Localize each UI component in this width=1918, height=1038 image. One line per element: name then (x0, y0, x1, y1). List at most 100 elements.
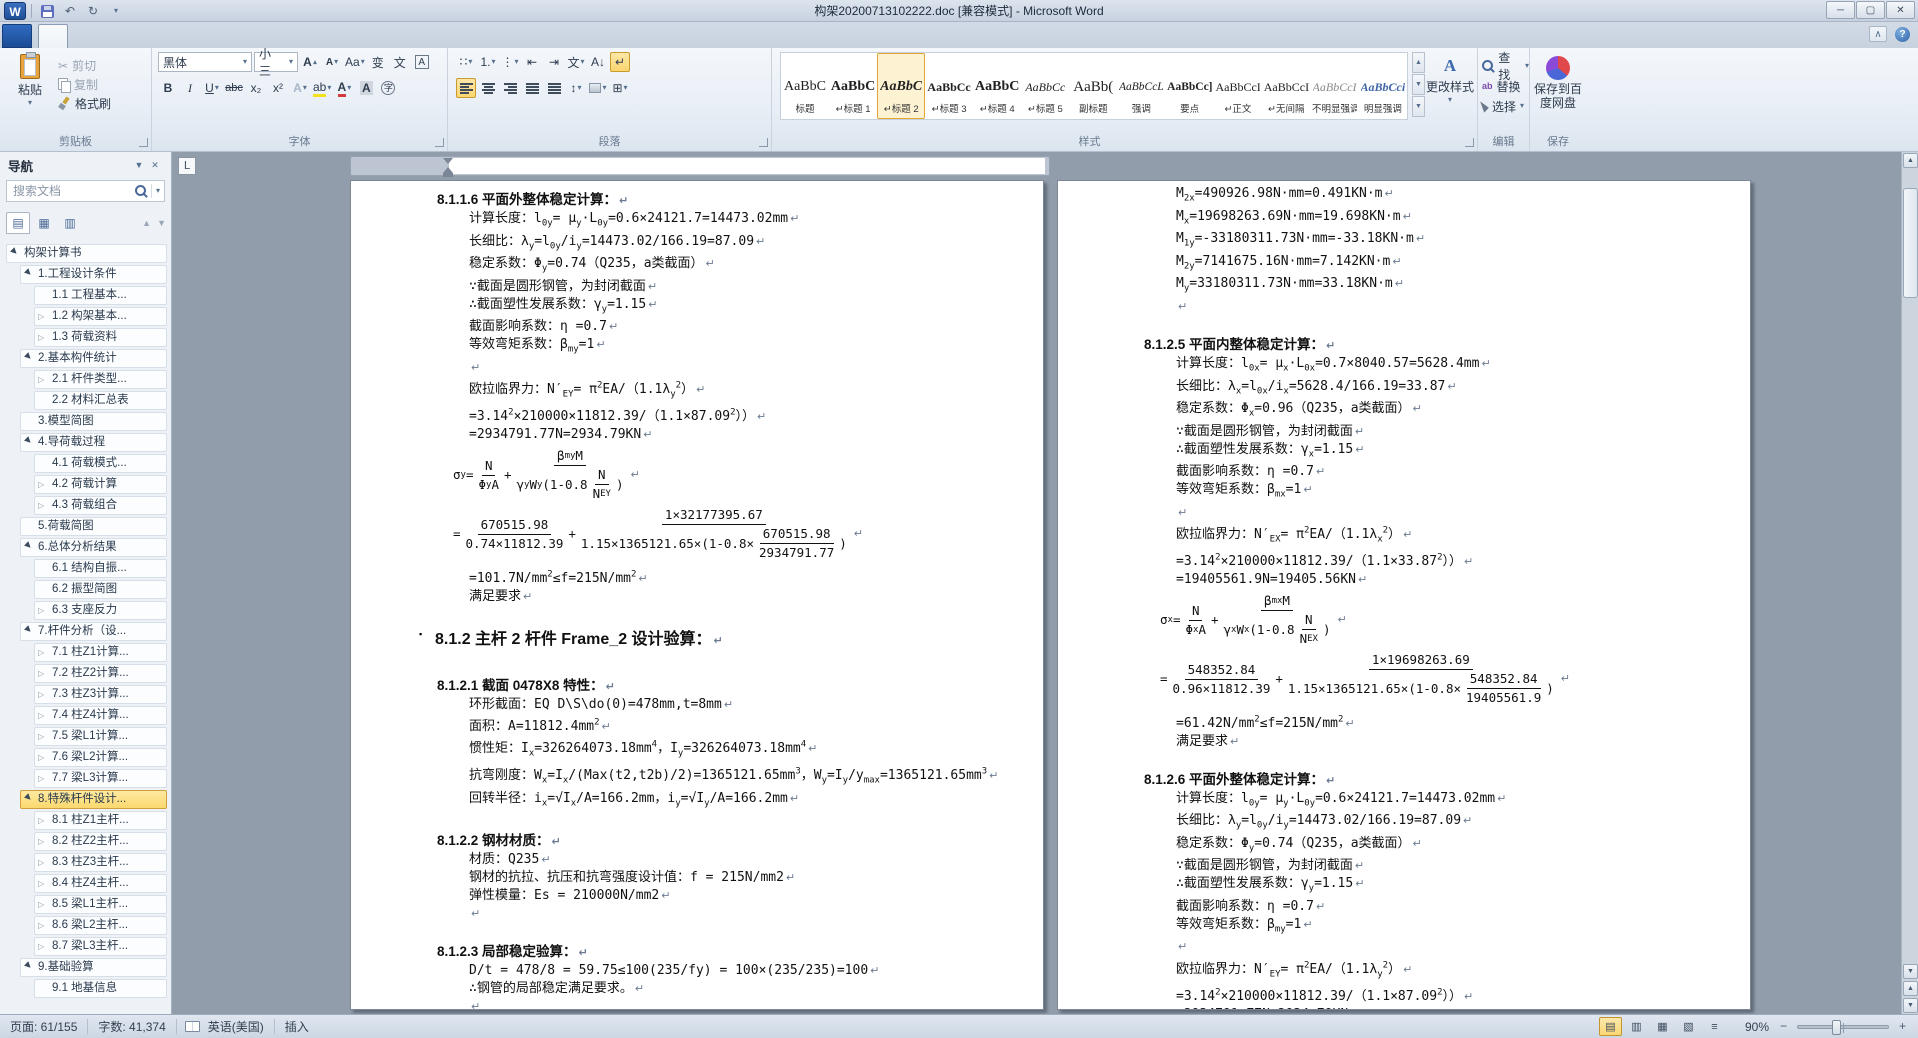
character-border-button[interactable]: A (412, 52, 432, 72)
strikethrough-button[interactable]: abc (224, 78, 244, 98)
ribbon-tab[interactable] (96, 24, 124, 48)
outline-item[interactable]: 7.1 柱Z1计算... (34, 643, 167, 662)
gallery-more-button[interactable]: ▼ (1412, 96, 1425, 117)
help-icon[interactable]: ? (1895, 27, 1910, 42)
phonetic-guide-button[interactable]: 变 (368, 52, 388, 72)
outline-item[interactable]: 4.1 荷载模式... (34, 454, 167, 473)
expand-icon[interactable] (38, 938, 50, 955)
change-styles-button[interactable]: A 更改样式 ▾ (1426, 56, 1474, 103)
style-chip[interactable]: AaBbC 标题 (781, 53, 829, 119)
asian-layout-button[interactable]: 文▾ (566, 52, 586, 72)
outline-item[interactable]: 4.2 荷载计算 (34, 475, 167, 494)
next-heading-icon[interactable]: ▼ (157, 218, 166, 228)
expand-icon[interactable] (38, 707, 50, 724)
shading-button[interactable]: ▾ (588, 78, 608, 98)
enclose-characters-button[interactable]: 字 (378, 78, 398, 98)
expand-icon[interactable] (38, 308, 50, 325)
outline-item[interactable]: 8.4 柱Z4主杆... (34, 874, 167, 893)
view-fullscreen-button[interactable]: ▥ (1625, 1017, 1648, 1036)
ribbon-tab[interactable] (38, 24, 68, 48)
outline-item[interactable]: 1.3 荷载资料 (34, 328, 167, 347)
expand-icon[interactable] (38, 770, 50, 787)
outline-item[interactable]: 4.导荷载过程 (20, 433, 167, 452)
show-marks-button[interactable]: ↵ (610, 52, 630, 72)
style-chip[interactable]: AaBbCc ↵标题 3 (925, 53, 973, 119)
zoom-slider[interactable] (1797, 1025, 1889, 1029)
expand-icon[interactable] (38, 812, 50, 829)
find-button[interactable]: 查找▾ (1482, 56, 1529, 76)
search-icon[interactable] (135, 185, 148, 198)
decrease-indent-button[interactable]: ⇤ (522, 52, 542, 72)
expand-icon[interactable] (38, 917, 50, 934)
outline-item[interactable]: 7.2 柱Z2计算... (34, 664, 167, 683)
page-left[interactable]: 8.1.1.6 平面外整体稳定计算：↵ 计算长度：l0y= μy·L0y=0.6… (350, 180, 1044, 1010)
page-indicator[interactable]: 页面: 61/155 (8, 1018, 79, 1035)
navtab-headings[interactable]: ▤ (6, 212, 30, 234)
view-print-layout-button[interactable]: ▤ (1599, 1017, 1622, 1036)
outline-item[interactable]: 7.3 柱Z3计算... (34, 685, 167, 704)
style-chip[interactable]: AaBb( 副标题 (1069, 53, 1117, 119)
text-effects-button[interactable]: A▾ (290, 78, 310, 98)
style-chip[interactable]: AaBbC ↵标题 2 (877, 53, 925, 119)
paste-button[interactable]: 粘贴 ▾ (8, 54, 52, 106)
navtab-pages[interactable]: ▦ (32, 212, 56, 234)
close-button[interactable]: ✕ (1886, 1, 1915, 19)
ribbon-tab[interactable] (2, 24, 32, 48)
style-chip[interactable]: AaBbC ↵标题 4 (973, 53, 1021, 119)
multilevel-list-button[interactable]: ⋮▾ (500, 52, 520, 72)
zoom-in-icon[interactable]: + (1895, 1019, 1910, 1034)
expand-icon[interactable] (38, 371, 50, 388)
gallery-down-button[interactable]: ▼ (1412, 74, 1425, 95)
language-indicator[interactable]: 英语(美国) (206, 1018, 266, 1035)
search-input[interactable] (7, 184, 135, 198)
outline-item[interactable]: 2.2 材料汇总表 (34, 391, 167, 410)
outline-item[interactable]: 7.6 梁L2计算... (34, 748, 167, 767)
borders-button[interactable]: ⊞▾ (610, 78, 630, 98)
insert-mode-indicator[interactable]: 插入 (283, 1018, 311, 1035)
expand-icon[interactable] (38, 644, 50, 661)
zoom-out-icon[interactable]: − (1776, 1019, 1791, 1034)
character-shading-button[interactable]: A (356, 78, 376, 98)
outline-item[interactable]: 7.7 梁L3计算... (34, 769, 167, 788)
sort-button[interactable]: A↓ (588, 52, 608, 72)
outline-item[interactable]: 构架计算书 (6, 244, 167, 263)
highlight-color-button[interactable]: ab▾ (312, 78, 332, 98)
close-icon[interactable]: ✕ (147, 157, 163, 173)
style-chip[interactable]: AaBbC ↵标题 1 (829, 53, 877, 119)
ribbon-tab[interactable] (208, 24, 236, 48)
style-chip[interactable]: AaBbCc ↵标题 5 (1021, 53, 1069, 119)
expand-icon[interactable] (38, 329, 50, 346)
outline-item[interactable]: 8.3 柱Z3主杆... (34, 853, 167, 872)
outline-item[interactable]: 4.3 荷载组合 (34, 496, 167, 515)
grow-font-button[interactable]: A▾ (300, 52, 320, 72)
outline-item[interactable]: 9.基础验算 (20, 958, 167, 977)
expand-icon[interactable] (38, 665, 50, 682)
outline-item[interactable]: 1.工程设计条件 (20, 265, 167, 284)
next-page-icon[interactable]: ▼ (1903, 998, 1918, 1013)
outline-item[interactable]: 5.荷载简图 (20, 517, 167, 536)
style-chip[interactable]: AaBbCci 明显强调 (1359, 53, 1407, 119)
indent-marker[interactable] (443, 158, 453, 177)
style-chip[interactable]: AaBbCcL 强调 (1117, 53, 1165, 119)
outline-item[interactable]: 1.2 构架基本... (34, 307, 167, 326)
select-button[interactable]: 选择▾ (1482, 96, 1529, 116)
outline-item[interactable]: 2.1 杆件类型... (34, 370, 167, 389)
bullets-button[interactable]: ∷▾ (456, 52, 476, 72)
outline-item[interactable]: 7.5 梁L1计算... (34, 727, 167, 746)
align-right-button[interactable] (500, 78, 520, 98)
tab-stop-selector[interactable]: L (178, 157, 196, 175)
expand-icon[interactable] (38, 833, 50, 850)
expand-icon[interactable] (38, 854, 50, 871)
italic-button[interactable]: I (180, 78, 200, 98)
clipboard-dialog-launcher[interactable] (139, 138, 148, 147)
ribbon-tab[interactable] (68, 24, 96, 48)
expand-icon[interactable] (38, 896, 50, 913)
outline-item[interactable]: 7.4 柱Z4计算... (34, 706, 167, 725)
navigation-menu-icon[interactable]: ▼ (131, 157, 147, 173)
style-chip[interactable]: AaBbCcI ↵正文 (1214, 53, 1262, 119)
expand-icon[interactable] (38, 875, 50, 892)
outline-item[interactable]: 6.总体分析结果 (20, 538, 167, 557)
navtab-results[interactable]: ▥ (58, 212, 82, 234)
gallery-up-button[interactable]: ▲ (1412, 52, 1425, 73)
outline-item[interactable]: 8.2 柱Z2主杆... (34, 832, 167, 851)
